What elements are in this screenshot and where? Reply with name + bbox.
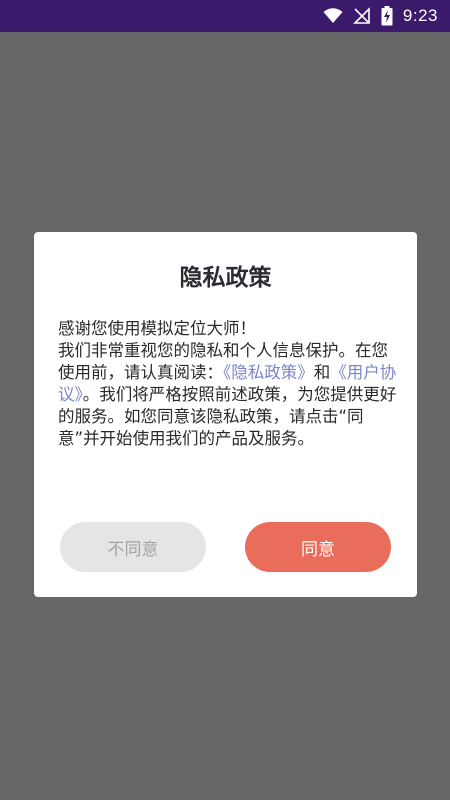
agree-button[interactable]: 同意 — [245, 522, 391, 572]
battery-charging-icon — [381, 6, 393, 26]
status-bar: 9:23 — [0, 0, 450, 32]
dialog-title: 隐私政策 — [179, 265, 272, 291]
privacy-dialog: 隐私政策 感谢您使用模拟定位大师！ 我们非常重视您的隐私和个人信息保护。在您使用… — [34, 232, 417, 597]
signal-muted-icon — [352, 7, 371, 25]
policy-text-2: 。我们将严格按照前述政策，为您提供更好的服务。如您同意该隐私政策，请点击“同意”… — [58, 385, 397, 448]
wifi-icon — [323, 8, 343, 24]
status-time: 9:23 — [402, 6, 438, 25]
policy-conjunction: 和 — [313, 363, 331, 382]
welcome-line: 感谢您使用模拟定位大师！ — [58, 319, 256, 338]
dialog-body: 感谢您使用模拟定位大师！ 我们非常重视您的隐私和个人信息保护。在您使用前，请认真… — [58, 318, 398, 450]
privacy-policy-link[interactable]: 《隐私政策》 — [223, 363, 314, 382]
policy-paragraph: 我们非常重视您的隐私和个人信息保护。在您使用前，请认真阅读：《隐私政策》和《用户… — [58, 340, 398, 450]
disagree-button[interactable]: 不同意 — [60, 522, 206, 572]
